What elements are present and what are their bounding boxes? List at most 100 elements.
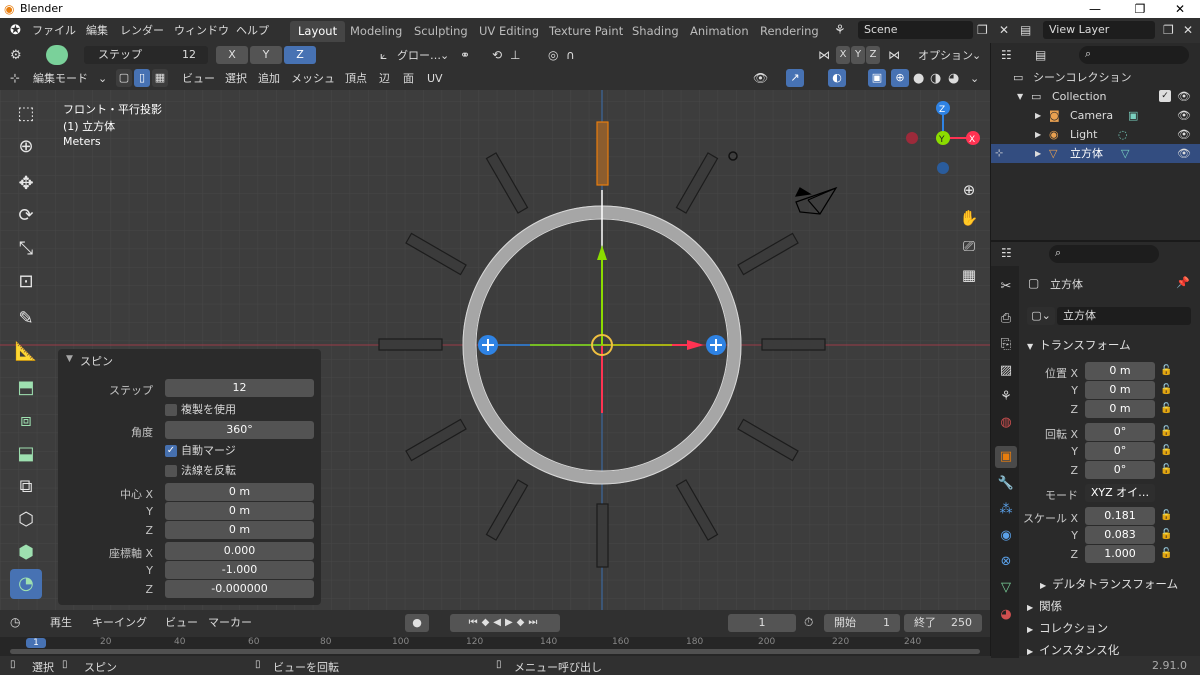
expand-chevron-icon[interactable]: ▶ — [1035, 125, 1041, 144]
menu-render[interactable]: レンダー — [120, 22, 164, 39]
edge-select-icon[interactable]: ▯ — [134, 69, 150, 87]
lock-icon[interactable]: 🔓 — [1160, 464, 1172, 475]
eye-icon[interactable]: 👁 — [1177, 87, 1191, 106]
menu-add[interactable]: 追加 — [258, 70, 280, 87]
timeline-menu-marker[interactable]: マーカー — [208, 614, 252, 631]
new-scene-icon[interactable]: ❐ — [977, 22, 988, 39]
xray-toggle-icon[interactable]: ▣ — [868, 69, 886, 87]
pin-icon[interactable]: 📌 — [1176, 276, 1190, 289]
op-steps-field[interactable]: 12 — [165, 379, 314, 397]
timeline-menu-view[interactable]: ビュー — [165, 614, 198, 631]
tool-settings-icon[interactable]: ⚙ — [10, 47, 22, 64]
playhead[interactable]: 1 — [26, 638, 46, 648]
delta-transform-section-header[interactable]: ▶ デルタトランスフォーム — [1040, 576, 1178, 592]
outliner-collection[interactable]: ▼ ▭ Collection ✓ 👁 — [991, 87, 1200, 106]
op-angle-field[interactable]: 360° — [165, 421, 314, 439]
axis-z-button[interactable]: Z — [284, 46, 316, 64]
object-name-field[interactable]: 立方体 — [1057, 307, 1191, 325]
render-tab-icon[interactable]: ⎙ — [995, 308, 1017, 330]
center-y-field[interactable]: 0 m — [165, 502, 314, 520]
menu-file[interactable]: ファイル — [32, 22, 76, 39]
axis-y-button[interactable]: Y — [250, 46, 282, 64]
snap-icon[interactable]: ⟲ — [492, 47, 502, 64]
falloff-icon[interactable]: ∩ — [566, 47, 575, 64]
scene-tab-icon[interactable]: ⚘ — [995, 386, 1017, 408]
close-button[interactable]: ✕ — [1160, 0, 1200, 18]
pan-hand-icon[interactable]: ✋ — [957, 206, 981, 230]
rotate-tool-icon[interactable]: ⟳ — [10, 201, 42, 231]
collapse-chevron-icon[interactable]: ▼ — [66, 354, 73, 364]
topology-mirror-icon[interactable]: ⋈ — [888, 47, 900, 64]
playback-controls[interactable]: ⏮◆◀▶◆⏭ — [450, 614, 560, 632]
menu-edit[interactable]: 編集 — [86, 22, 108, 39]
lock-icon[interactable]: 🔓 — [1160, 403, 1172, 414]
tab-rendering[interactable]: Rendering — [752, 21, 827, 42]
properties-search[interactable]: ⌕ — [1049, 245, 1159, 263]
snap-target-icon[interactable]: ⊥ — [510, 47, 520, 64]
eye-icon[interactable]: 👁 — [1177, 125, 1191, 144]
outliner-item-cube[interactable]: ⊹ ▶ ▽ 立方体 ▽ 👁 — [991, 144, 1200, 163]
scale-x-field[interactable]: 0.181 — [1085, 507, 1155, 525]
rot-y-field[interactable]: 0° — [1085, 442, 1155, 460]
menu-window[interactable]: ウィンドウ — [174, 22, 229, 39]
rot-x-field[interactable]: 0° — [1085, 423, 1155, 441]
object-browse-icon[interactable]: ▢⌄ — [1027, 307, 1055, 325]
inset-tool-icon[interactable]: ⧈ — [10, 406, 42, 436]
rotation-mode-dropdown[interactable]: XYZ オイ… — [1085, 484, 1155, 502]
cursor-tool-icon[interactable]: ⊕ — [10, 132, 42, 162]
transform-section-header[interactable]: ▼ トランスフォーム — [1027, 337, 1131, 353]
tab-animation[interactable]: Animation — [682, 21, 757, 42]
mirror-z-button[interactable]: Z — [866, 46, 880, 64]
shading-solid-icon[interactable]: ● — [913, 70, 924, 87]
new-view-layer-icon[interactable]: ❐ — [1163, 22, 1174, 39]
overlay-toggle-icon[interactable]: ◐ — [828, 69, 846, 87]
scale-y-field[interactable]: 0.083 — [1085, 526, 1155, 544]
loop-cut-tool-icon[interactable]: ⧉ — [10, 472, 42, 502]
delete-scene-icon[interactable]: ✕ — [999, 22, 1009, 39]
ortho-grid-icon[interactable]: ▦ — [957, 263, 981, 287]
instancing-section-header[interactable]: ▶ インスタンス化 — [1027, 642, 1119, 658]
timeline-editor-icon[interactable]: ◷ — [10, 614, 20, 631]
scene-selector[interactable]: Scene — [858, 21, 973, 39]
menu-uv[interactable]: UV — [427, 70, 443, 87]
eye-icon[interactable]: 👁 — [1177, 106, 1191, 125]
timeline-menu-keying[interactable]: キーイング — [92, 614, 147, 631]
mode-dropdown[interactable]: 編集モード — [33, 70, 88, 87]
steps-field[interactable]: ステップ 12 — [84, 46, 208, 64]
collection-checkbox[interactable]: ✓ — [1159, 90, 1171, 102]
loc-z-field[interactable]: 0 m — [1085, 400, 1155, 418]
output-tab-icon[interactable]: ⎘ — [995, 334, 1017, 356]
material-tab-icon[interactable]: ◕ — [995, 604, 1017, 626]
tab-modeling[interactable]: Modeling — [342, 21, 410, 42]
view-layer-tab-icon[interactable]: ▨ — [995, 360, 1017, 382]
menu-face[interactable]: 面 — [403, 70, 414, 87]
scene-icon[interactable]: ⚘ — [834, 22, 846, 39]
start-frame-field[interactable]: 開始 1 — [824, 614, 900, 632]
center-z-field[interactable]: 0 m — [165, 521, 314, 539]
mirror-x-button[interactable]: X — [836, 46, 850, 64]
vertex-select-icon[interactable]: ▢ — [116, 69, 132, 87]
orientation-icon[interactable]: ⟀ — [380, 47, 387, 64]
eye-icon[interactable]: 👁 — [1177, 144, 1191, 163]
automerge-checkbox[interactable]: ✓ 自動マージ — [165, 444, 236, 458]
end-frame-field[interactable]: 終了 250 — [904, 614, 982, 632]
tool-tab-icon[interactable]: ✂ — [995, 276, 1017, 298]
lock-icon[interactable]: 🔓 — [1160, 445, 1172, 456]
record-icon[interactable]: ● — [405, 614, 429, 632]
properties-editor-icon[interactable]: ☷ — [1001, 246, 1012, 260]
display-mode-icon[interactable]: ▤ — [1035, 48, 1046, 62]
extrude-tool-icon[interactable]: ⬒ — [10, 373, 42, 403]
timeline-ruler[interactable]: 1 20 40 60 80 100 120 140 160 180 200 22… — [0, 637, 990, 656]
scale-z-field[interactable]: 1.000 — [1085, 545, 1155, 563]
tab-uv-editing[interactable]: UV Editing — [471, 21, 547, 42]
timeline-scrollbar[interactable] — [10, 649, 980, 654]
options-dropdown[interactable]: オプション — [918, 47, 973, 64]
lock-icon[interactable]: 🔓 — [1160, 510, 1172, 521]
outliner-item-light[interactable]: ▶ ◉ Light ◌ 👁 — [991, 125, 1200, 144]
menu-edge[interactable]: 辺 — [379, 70, 390, 87]
shading-rendered-icon[interactable]: ◕ — [948, 70, 959, 87]
rot-z-field[interactable]: 0° — [1085, 461, 1155, 479]
physics-tab-icon[interactable]: ◉ — [995, 525, 1017, 547]
lock-icon[interactable]: 🔓 — [1160, 529, 1172, 540]
minimize-button[interactable]: — — [1075, 0, 1115, 18]
